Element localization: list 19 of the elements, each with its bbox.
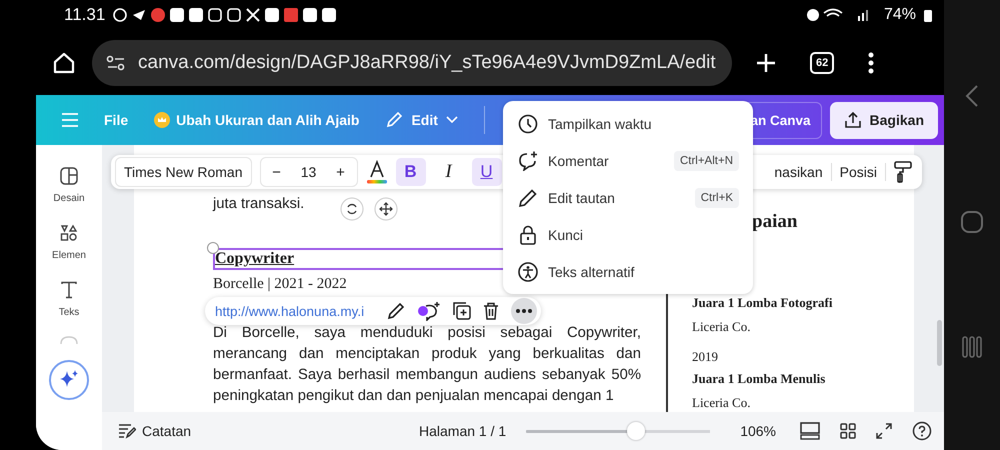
award-title: Juara 1 Lomba Fotografi [692,295,834,311]
job-details: Borcelle | 2021 - 2022 [213,276,348,293]
award-year: 2019 [692,349,719,365]
keyboard-shortcut: Ctrl+Alt+N [674,150,739,170]
award-title: Juara 1 Lomba Menulis [692,371,826,387]
battery-level: 74% [884,6,916,24]
menu-item-label: Tampilkan waktu [548,116,652,132]
award-organizer: Liceria Co. [692,319,752,335]
menu-item-label: Kunci [548,226,584,242]
body-text: Di Borcelle, saya menduduki posisi sebagai Copywriter, merancang dan menciptakan produk yang berkualitas dan bermanfaat. Saya berhasil membangun audiens sebanyak 50% peningkatan pengikut dan dan penjualan mencapai dengan 1 [213,324,641,406]
job-title: Copywriter [215,250,294,268]
status-time: 11.31 [64,5,106,25]
award-organizer: Liceria Co. [692,395,752,411]
section-heading: paian [752,211,798,233]
keyboard-shortcut: Ctrl+K [694,188,739,208]
url-text: canva.com/design/DAGPJ8aRR98/iY_sTe96A4e9VJvmD9ZmLA/edit [138,52,716,74]
body-text: juta transaksi. [213,195,304,214]
menu-item-label: Edit tautan [548,190,616,206]
menu-item-label: Komentar [548,152,610,168]
